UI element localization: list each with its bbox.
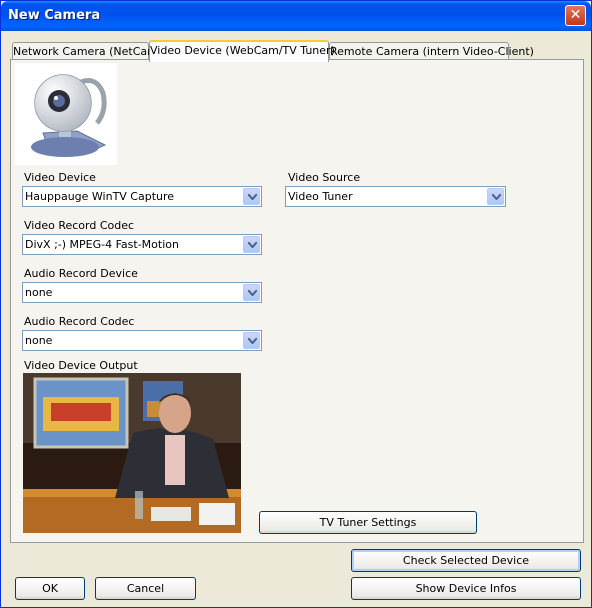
close-button[interactable]: ✕ [565, 5, 586, 26]
video-codec-value: DivX ;-) MPEG-4 Fast-Motion [25, 238, 179, 251]
tv-tuner-settings-button[interactable]: TV Tuner Settings [259, 511, 477, 534]
chevron-down-icon[interactable] [243, 188, 260, 205]
video-source-label: Video Source [288, 171, 361, 184]
button-label: TV Tuner Settings [319, 516, 417, 529]
video-codec-select[interactable]: DivX ;-) MPEG-4 Fast-Motion [22, 234, 262, 255]
video-device-label: Video Device [24, 171, 96, 184]
cancel-button[interactable]: Cancel [95, 577, 196, 600]
chevron-down-icon[interactable] [243, 236, 260, 253]
button-label: OK [42, 582, 58, 595]
video-source-value: Video Tuner [288, 190, 353, 203]
audio-codec-label: Audio Record Codec [24, 315, 135, 328]
audio-device-value: none [25, 286, 53, 299]
preview-label: Video Device Output [24, 359, 138, 372]
title-bar[interactable]: New Camera ✕ [1, 1, 591, 31]
window-title: New Camera [8, 8, 101, 23]
audio-codec-select[interactable]: none [22, 330, 262, 351]
chevron-down-icon[interactable] [243, 332, 260, 349]
tab-label: Network Camera (NetCam) [13, 45, 163, 58]
button-label: Check Selected Device [402, 554, 530, 567]
chevron-down-icon[interactable] [243, 284, 260, 301]
button-label: Cancel [126, 582, 165, 595]
audio-device-label: Audio Record Device [24, 267, 138, 280]
video-device-value: Hauppauge WinTV Capture [25, 190, 175, 203]
tab-video-device[interactable]: Video Device (WebCam/TV Tuner) [149, 40, 335, 62]
chevron-down-icon[interactable] [487, 188, 504, 205]
button-label: Show Device Infos [415, 582, 517, 595]
tab-label: Remote Camera (intern Video-Client) [330, 45, 534, 58]
video-device-select[interactable]: Hauppauge WinTV Capture [22, 186, 262, 207]
video-codec-label: Video Record Codec [24, 219, 135, 232]
ok-button[interactable]: OK [15, 577, 85, 600]
close-icon: ✕ [569, 7, 582, 23]
video-source-select[interactable]: Video Tuner [285, 186, 506, 207]
tab-label: Video Device (WebCam/TV Tuner) [150, 44, 335, 57]
video-preview [23, 373, 241, 533]
dialog-window: New Camera ✕ Network Camera (NetCam) Vid… [0, 0, 592, 608]
audio-codec-value: none [25, 334, 53, 347]
check-device-button[interactable]: Check Selected Device [351, 549, 581, 572]
show-device-infos-button[interactable]: Show Device Infos [351, 577, 581, 600]
webcam-image [15, 63, 117, 165]
audio-device-select[interactable]: none [22, 282, 262, 303]
